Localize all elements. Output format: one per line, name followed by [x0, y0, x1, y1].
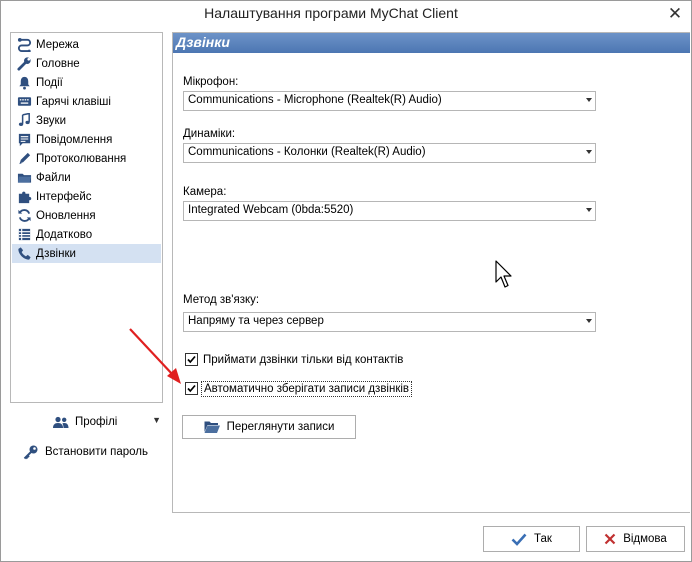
- cancel-button[interactable]: Відмова: [586, 526, 685, 552]
- mouse-cursor-icon: [495, 260, 512, 288]
- sidebar-item-general[interactable]: Головне: [12, 54, 161, 73]
- keyboard-icon: [16, 94, 32, 110]
- camera-select[interactable]: Integrated Webcam (0bda:5520): [183, 201, 596, 221]
- connection-method-select[interactable]: Напряму та через сервер: [183, 312, 596, 332]
- x-icon: [604, 533, 616, 545]
- settings-window: Налаштування програми MyChat Client ✕ Ме…: [0, 0, 692, 562]
- sidebar-item-label: Оновлення: [36, 209, 96, 222]
- title-bar: Налаштування програми MyChat Client ✕: [1, 1, 691, 29]
- dropdown-arrow-icon: [586, 150, 592, 154]
- set-password-button[interactable]: Встановити пароль: [23, 442, 148, 462]
- puzzle-icon: [16, 189, 32, 205]
- pencil-icon: [16, 151, 32, 167]
- profiles-label: Профілі: [75, 416, 118, 428]
- refresh-icon: [16, 208, 32, 224]
- panel-title: Дзвінки: [176, 34, 230, 50]
- key-icon: [23, 444, 39, 460]
- open-folder-icon: [204, 420, 220, 434]
- window-title: Налаштування програми MyChat Client: [204, 5, 458, 21]
- check-icon: [511, 533, 527, 546]
- sidebar-item-label: Інтерфейс: [36, 190, 92, 203]
- dropdown-arrow-icon: [586, 98, 592, 102]
- dropdown-arrow-icon: [586, 319, 592, 323]
- sidebar-item-label: Файли: [36, 171, 71, 184]
- annotation-arrow-icon: [129, 328, 181, 384]
- checkmark-icon: [187, 355, 196, 364]
- ok-label: Так: [534, 533, 552, 545]
- sidebar-item-logging[interactable]: Протоколювання: [12, 149, 161, 168]
- list-icon: [16, 227, 32, 243]
- sidebar-item-sounds[interactable]: Звуки: [12, 111, 161, 130]
- calls-settings-panel: Дзвінки Мікрофон: Communications - Micro…: [172, 32, 690, 513]
- close-button[interactable]: ✕: [665, 4, 685, 24]
- panel-header: Дзвінки: [173, 33, 690, 53]
- sidebar-item-label: Звуки: [36, 114, 67, 127]
- cancel-label: Відмова: [623, 533, 667, 545]
- accept-only-contacts-checkbox[interactable]: Приймати дзвінки тільки від контактів: [185, 353, 403, 366]
- microphone-select[interactable]: Communications - Microphone (Realtek(R) …: [183, 91, 596, 111]
- sidebar-item-files[interactable]: Файли: [12, 168, 161, 187]
- view-records-button[interactable]: Переглянути записи: [182, 415, 356, 439]
- sidebar-item-label: Головне: [36, 57, 80, 70]
- sidebar-item-network[interactable]: Мережа: [12, 35, 161, 54]
- microphone-value: Communications - Microphone (Realtek(R) …: [188, 94, 442, 106]
- folder-icon: [16, 170, 32, 186]
- checkbox-box: [185, 353, 198, 366]
- speakers-label: Динаміки:: [183, 128, 236, 140]
- sidebar-item-hotkeys[interactable]: Гарячі клавіші: [12, 92, 161, 111]
- set-password-label: Встановити пароль: [45, 446, 148, 458]
- auto-save-records-label: Автоматично зберігати записи дзвінків: [200, 380, 413, 397]
- connection-method-value: Напряму та через сервер: [188, 315, 324, 327]
- camera-label: Камера:: [183, 186, 227, 198]
- sidebar-item-label: Мережа: [36, 38, 79, 51]
- music-note-icon: [16, 113, 32, 129]
- sidebar-item-label: Протоколювання: [36, 152, 127, 165]
- close-icon: ✕: [667, 4, 683, 23]
- phone-icon: [16, 246, 32, 262]
- sidebar-item-label: Дзвінки: [36, 247, 76, 260]
- sidebar-item-interface[interactable]: Інтерфейс: [12, 187, 161, 206]
- auto-save-records-checkbox[interactable]: Автоматично зберігати записи дзвінків: [185, 380, 413, 397]
- wrench-icon: [16, 56, 32, 72]
- message-icon: [16, 132, 32, 148]
- sidebar-item-messages[interactable]: Повідомлення: [12, 130, 161, 149]
- checkmark-icon: [187, 384, 196, 393]
- speakers-select[interactable]: Communications - Колонки (Realtek(R) Aud…: [183, 143, 596, 163]
- accept-only-contacts-label: Приймати дзвінки тільки від контактів: [203, 353, 404, 366]
- sidebar-item-label: Повідомлення: [36, 133, 113, 146]
- sidebar-item-advanced[interactable]: Додатково: [12, 225, 161, 244]
- sidebar-item-updates[interactable]: Оновлення: [12, 206, 161, 225]
- sidebar-item-label: Події: [36, 76, 63, 89]
- bell-icon: [16, 75, 32, 91]
- view-records-label: Переглянути записи: [226, 421, 335, 433]
- sidebar-item-label: Гарячі клавіші: [36, 95, 111, 108]
- ok-button[interactable]: Так: [483, 526, 580, 552]
- dropdown-arrow-icon: [586, 208, 592, 212]
- speakers-value: Communications - Колонки (Realtek(R) Aud…: [188, 146, 426, 158]
- microphone-label: Мікрофон:: [183, 76, 239, 88]
- network-icon: [16, 37, 32, 53]
- checkbox-box: [185, 382, 198, 395]
- camera-value: Integrated Webcam (0bda:5520): [188, 204, 354, 216]
- users-icon: [53, 416, 69, 429]
- sidebar-item-events[interactable]: Події: [12, 73, 161, 92]
- connection-method-label: Метод зв'язку:: [183, 294, 260, 306]
- profiles-dropdown[interactable]: Профілі ▼: [53, 413, 165, 431]
- sidebar-item-label: Додатково: [36, 228, 93, 241]
- chevron-down-icon: ▼: [152, 415, 161, 425]
- sidebar-item-calls[interactable]: Дзвінки: [12, 244, 161, 263]
